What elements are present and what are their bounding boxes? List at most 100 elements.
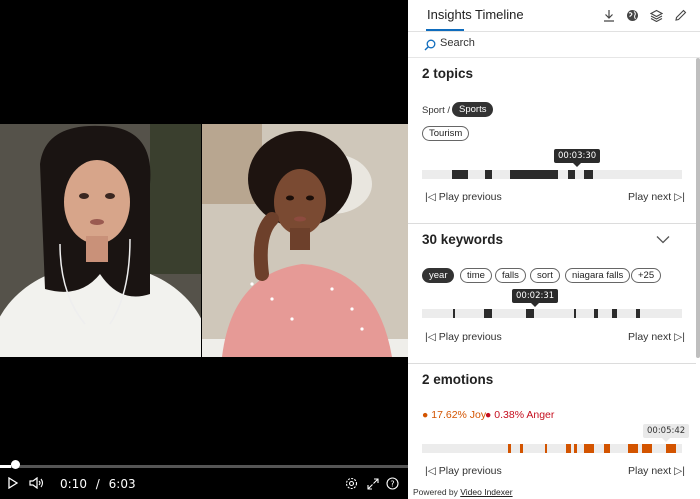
keyword-chip-falls[interactable]: falls (495, 268, 526, 283)
search-icon (424, 38, 436, 56)
keyword-chip-more[interactable]: +25 (631, 268, 662, 283)
skip-next-icon: ▷| (674, 191, 685, 203)
time-total: 6:03 (108, 477, 136, 491)
timeline-segment[interactable] (508, 444, 511, 453)
emotion-joy-label: 17.62% Joy (431, 409, 487, 421)
timeline-segment[interactable] (594, 309, 598, 318)
timeline-segment[interactable] (584, 444, 594, 453)
topics-timeline[interactable] (422, 170, 682, 179)
insights-pane: Insights Timeline 2 topics Sport / Sport… (408, 0, 700, 499)
video-participant-left (0, 124, 201, 357)
time-readout: 0:10 / 6:03 (60, 477, 136, 491)
timeline-segment[interactable] (666, 444, 676, 453)
keywords-play-next[interactable]: Play next ▷| (628, 331, 685, 343)
timeline-segment[interactable] (642, 444, 652, 453)
insights-scroll-area[interactable]: 2 topics Sport / Sports Tourism 00:03:30… (408, 58, 700, 485)
video-participant-right (201, 124, 408, 357)
seek-thumb[interactable] (10, 460, 20, 469)
play-previous-label: Play previous (438, 465, 502, 477)
skip-previous-icon: |◁ (425, 331, 436, 343)
fullscreen-icon[interactable] (365, 476, 380, 491)
timeline-segment[interactable] (453, 309, 455, 318)
keywords-timeline[interactable] (422, 309, 682, 318)
globe-icon[interactable] (624, 7, 640, 23)
search-input[interactable] (440, 37, 680, 49)
keyword-chip-year[interactable]: year (422, 268, 455, 283)
emotions-timeline[interactable] (422, 444, 682, 453)
participant-left-illustration (0, 124, 201, 357)
skip-previous-icon: |◁ (425, 191, 436, 203)
download-icon[interactable] (601, 7, 617, 23)
tab-insights[interactable]: Insights (427, 7, 472, 22)
tab-timeline[interactable]: Timeline (475, 7, 524, 22)
timeline-segment[interactable] (526, 309, 534, 318)
video-indexer-link[interactable]: Video Indexer (460, 487, 512, 497)
keywords-title: 30 keywords (422, 232, 504, 247)
volume-icon[interactable] (28, 476, 44, 490)
keywords-timestamp-tooltip: 00:02:31 (512, 289, 559, 307)
timeline-segment[interactable] (612, 309, 617, 318)
time-separator: / (95, 477, 100, 491)
timeline-segment[interactable] (566, 444, 571, 453)
video-player[interactable]: 0:10 / 6:03 ? (0, 0, 408, 499)
layers-icon[interactable] (648, 7, 664, 23)
timeline-segment[interactable] (568, 170, 575, 179)
keywords-play-previous[interactable]: |◁ Play previous (425, 331, 502, 343)
seek-progress (0, 465, 12, 468)
skip-next-icon: ▷| (674, 331, 685, 343)
edit-icon[interactable] (672, 7, 688, 23)
emotion-anger[interactable]: ● 0.38% Anger (485, 409, 554, 421)
timeline-segment[interactable] (628, 444, 638, 453)
emotions-section: 2 emotions ● 17.62% Joy ● 0.38% Anger 00… (408, 364, 696, 485)
topics-section: 2 topics Sport / Sports Tourism 00:03:30… (408, 58, 696, 224)
topics-play-previous[interactable]: |◁ Play previous (425, 191, 502, 203)
emotions-timestamp-tooltip: 00:05:42 (643, 424, 690, 442)
timeline-segment[interactable] (485, 170, 492, 179)
emotion-anger-label: 0.38% Anger (494, 409, 555, 421)
topic-chip-sports[interactable]: Sports (452, 102, 494, 117)
keyword-chip-niagara-falls[interactable]: niagara falls (565, 268, 631, 283)
svg-text:?: ? (390, 479, 394, 488)
keyword-chip-sort[interactable]: sort (530, 268, 560, 283)
pane-scrollbar[interactable] (696, 58, 700, 358)
time-current: 0:10 (60, 477, 87, 491)
play-next-label: Play next (628, 191, 672, 203)
timeline-segment[interactable] (574, 444, 577, 453)
participant-right-illustration (201, 124, 408, 357)
help-icon[interactable]: ? (385, 476, 400, 491)
emotions-play-previous[interactable]: |◁ Play previous (425, 465, 502, 477)
timeline-segment[interactable] (510, 170, 558, 179)
skip-previous-icon: |◁ (425, 465, 436, 477)
skip-next-icon: ▷| (674, 465, 685, 477)
seek-bar[interactable] (0, 465, 408, 468)
topics-play-next[interactable]: Play next ▷| (628, 191, 685, 203)
settings-icon[interactable] (344, 476, 359, 491)
emotion-joy[interactable]: ● 17.62% Joy (422, 409, 486, 421)
emotions-title: 2 emotions (422, 372, 494, 387)
timeline-segment[interactable] (545, 444, 547, 453)
powered-by-footer: Powered by Video Indexer (408, 485, 700, 499)
chevron-down-icon[interactable] (656, 231, 670, 249)
timeline-segment[interactable] (584, 170, 593, 179)
timeline-segment[interactable] (636, 309, 640, 318)
play-icon[interactable] (6, 476, 20, 490)
topics-title: 2 topics (422, 66, 474, 81)
timeline-segment[interactable] (604, 444, 610, 453)
timeline-segment[interactable] (520, 444, 523, 453)
play-previous-label: Play previous (438, 191, 502, 203)
active-tab-indicator (426, 29, 464, 31)
emotion-dot-icon: ● (485, 409, 492, 421)
topic-path-prefix: Sport / (422, 105, 450, 116)
search-bar (408, 32, 700, 58)
timeline-segment[interactable] (484, 309, 492, 318)
emotion-dot-icon: ● (422, 409, 429, 421)
keyword-chip-time[interactable]: time (460, 268, 492, 283)
footer-prefix: Powered by (413, 487, 458, 497)
play-next-label: Play next (628, 331, 672, 343)
keywords-section: 30 keywords year time falls sort niagara… (408, 224, 696, 364)
emotions-play-next[interactable]: Play next ▷| (628, 465, 685, 477)
timeline-segment[interactable] (452, 170, 468, 179)
topic-chip-tourism[interactable]: Tourism (422, 126, 470, 141)
timeline-segment[interactable] (574, 309, 576, 318)
video-frame (0, 124, 408, 357)
